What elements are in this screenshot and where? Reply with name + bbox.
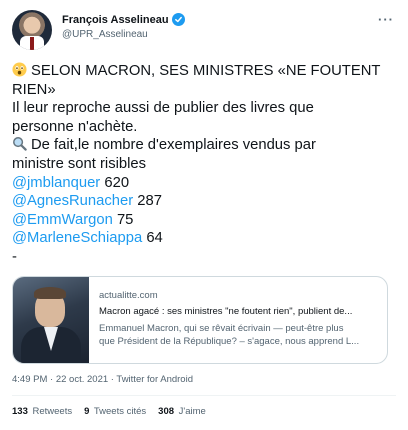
card-title: Macron agacé : ses ministres "ne foutent…: [99, 306, 353, 317]
avatar-tie: [30, 37, 34, 50]
tweet-date[interactable]: 22 oct. 2021: [56, 374, 108, 385]
tweet-line-5: De fait,le nombre d'exemplaires vendus p…: [12, 136, 392, 155]
card-description: Emmanuel Macron, qui se rêvait écrivain …: [99, 322, 379, 348]
card-body: actualitte.com Macron agacé : ses minist…: [99, 290, 379, 348]
tweet: François Asselineau @UPR_Asselineau ··· …: [0, 0, 408, 430]
quote-tweets-count: 9: [84, 406, 90, 417]
retweets-count: 133: [12, 406, 28, 417]
card-description-line-2: que Président de la République? – s'agac…: [99, 336, 360, 347]
quote-tweets-label: Tweets cités: [93, 406, 147, 417]
card-description-line-1: Emmanuel Macron, qui se rêvait écrivain …: [99, 323, 344, 334]
tweet-line-1: SELON MACRON, SES MINISTRES «NE FOUTENT: [12, 62, 392, 81]
mention-link[interactable]: @AgnesRunacher: [12, 193, 133, 209]
tweet-line-6: ministre sont risibles: [12, 155, 147, 172]
retweets-stat[interactable]: 133 Retweets: [12, 406, 72, 417]
divider: [12, 395, 396, 396]
tweet-text: SELON MACRON, SES MINISTRES «NE FOUTENT …: [12, 62, 392, 267]
tweet-source[interactable]: Twitter for Android: [116, 374, 193, 385]
tweet-headline: SELON MACRON, SES MINISTRES «NE FOUTENT: [31, 63, 381, 79]
tweet-time[interactable]: 4:49 PM: [12, 374, 47, 385]
author-names[interactable]: François Asselineau @UPR_Asselineau: [62, 13, 185, 40]
magnifying-glass-icon: [13, 137, 27, 152]
tweet-line-5-text: De fait,le nombre d'exemplaires vendus p…: [31, 137, 316, 154]
astonished-face-icon: [12, 62, 27, 77]
tweet-meta: 4:49 PM · 22 oct. 2021 · Twitter for And…: [12, 374, 193, 385]
retweets-label: Retweets: [32, 406, 73, 417]
quote-tweets-stat[interactable]: 9 Tweets cités: [84, 406, 146, 417]
author-handle[interactable]: @UPR_Asselineau: [62, 29, 185, 40]
likes-label: J'aime: [178, 406, 206, 417]
thumbnail-hair: [34, 287, 66, 299]
mention-row: @MarleneSchiappa 64: [12, 229, 392, 248]
display-name-row: François Asselineau: [62, 13, 185, 26]
mention-count: 620: [104, 174, 130, 191]
meta-separator: ·: [110, 374, 114, 385]
tweet-header: François Asselineau @UPR_Asselineau ···: [12, 10, 396, 50]
mention-link[interactable]: @jmblanquer: [12, 175, 100, 191]
verified-badge-icon: [171, 13, 185, 26]
tweet-line-3: Il leur reproche aussi de publier des li…: [12, 100, 314, 117]
card-thumbnail: [13, 277, 89, 363]
mention-count: 64: [146, 230, 163, 247]
mention-row: @EmmWargon 75: [12, 211, 392, 230]
mention-count: 75: [116, 211, 134, 228]
card-domain: actualitte.com: [99, 290, 158, 301]
mention-row: @AgnesRunacher 287: [12, 192, 392, 211]
tweet-line-2: RIEN»: [12, 81, 56, 98]
meta-separator: ·: [50, 374, 54, 385]
tweet-trailing: -: [12, 248, 17, 265]
tweet-line-4: personne n'achète.: [12, 118, 138, 135]
likes-count: 308: [158, 406, 175, 417]
display-name[interactable]: François Asselineau: [62, 14, 169, 26]
mention-row: @jmblanquer 620: [12, 174, 392, 193]
more-options-icon[interactable]: ···: [378, 12, 394, 27]
avatar[interactable]: [12, 10, 52, 50]
mention-link[interactable]: @MarleneSchiappa: [12, 230, 142, 246]
tweet-stats: 133 Retweets 9 Tweets cités 308 J'aime: [12, 406, 206, 417]
mention-link[interactable]: @EmmWargon: [12, 212, 113, 228]
link-preview-card[interactable]: actualitte.com Macron agacé : ses minist…: [12, 276, 388, 364]
mention-count: 287: [137, 193, 162, 210]
likes-stat[interactable]: 308 J'aime: [158, 406, 206, 417]
